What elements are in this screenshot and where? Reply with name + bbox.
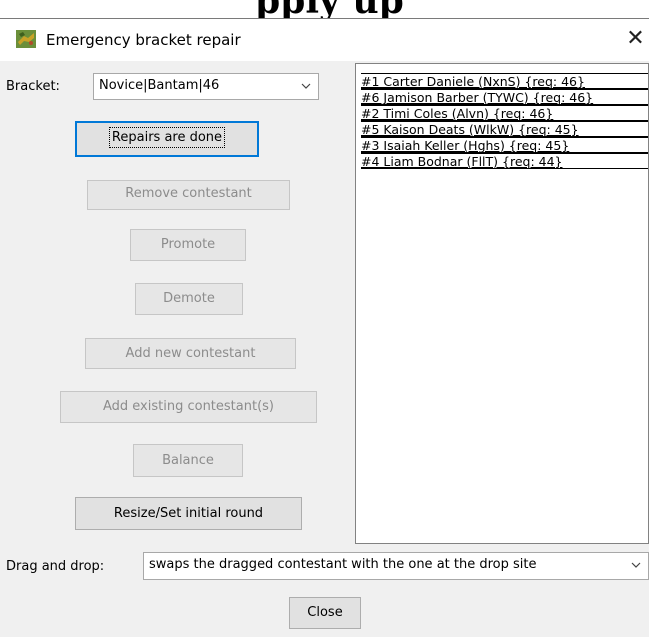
close-icon[interactable]: ✕: [622, 24, 649, 54]
drag-and-drop-label: Drag and drop:: [6, 559, 105, 574]
list-item[interactable]: #2 Timi Coles (Alvn) {req: 46}: [361, 105, 648, 121]
close-button[interactable]: Close: [289, 597, 361, 629]
list-item[interactable]: #4 Liam Bodnar (FllT) {req: 44}: [361, 153, 648, 169]
drag-and-drop-value: swaps the dragged contestant with the on…: [149, 557, 537, 572]
repairs-done-button[interactable]: Repairs are done: [75, 121, 259, 157]
list-item[interactable]: #1 Carter Daniele (NxnS) {req: 46}: [361, 73, 648, 89]
chevron-down-icon: [300, 76, 312, 99]
bracket-select-value: Novice|Bantam|46: [99, 78, 220, 93]
dialog-window: Emergency bracket repair ✕ Bracket: Novi…: [0, 18, 649, 637]
promote-button[interactable]: Promote: [130, 229, 246, 261]
add-existing-contestants-button[interactable]: Add existing contestant(s): [60, 391, 317, 423]
balance-button[interactable]: Balance: [133, 444, 243, 477]
contestant-list[interactable]: #1 Carter Daniele (NxnS) {req: 46} #6 Ja…: [355, 63, 649, 544]
demote-button[interactable]: Demote: [135, 283, 243, 315]
chevron-down-icon: [630, 555, 642, 578]
bracket-label: Bracket:: [6, 79, 60, 94]
bracket-select[interactable]: Novice|Bantam|46: [93, 73, 319, 100]
title-bar: Emergency bracket repair ✕: [0, 19, 649, 61]
lizard-app-icon: [16, 30, 36, 48]
remove-contestant-button[interactable]: Remove contestant: [87, 180, 290, 210]
list-item[interactable]: #5 Kaison Deats (WlkW) {req: 45}: [361, 121, 648, 137]
add-new-contestant-button[interactable]: Add new contestant: [85, 338, 296, 369]
resize-set-initial-round-button[interactable]: Resize/Set initial round: [75, 497, 302, 530]
drag-and-drop-select[interactable]: swaps the dragged contestant with the on…: [143, 552, 649, 580]
list-item[interactable]: #3 Isaiah Keller (Hghs) {req: 45}: [361, 137, 648, 153]
repairs-done-label: Repairs are done: [108, 127, 226, 148]
window-title: Emergency bracket repair: [46, 31, 241, 49]
list-item[interactable]: #6 Jamison Barber (TYWC) {req: 46}: [361, 89, 648, 105]
